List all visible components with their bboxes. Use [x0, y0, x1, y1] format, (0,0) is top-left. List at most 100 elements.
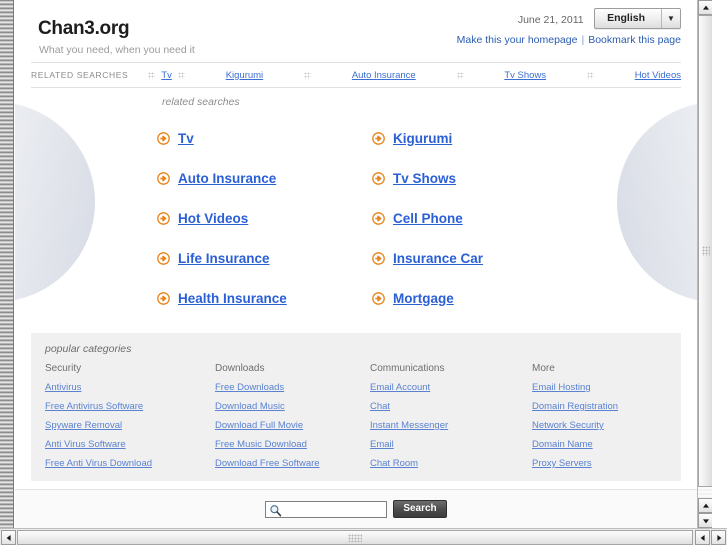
search-icon [269, 504, 282, 517]
category-title: More [532, 363, 555, 374]
keyword-link[interactable]: Hot Videos [178, 211, 248, 226]
dots-separator-icon [456, 71, 464, 79]
scroll-up-button[interactable] [698, 0, 712, 15]
search-button[interactable]: Search [393, 500, 447, 518]
circle-arrow-icon [372, 211, 385, 225]
search-input[interactable] [286, 502, 387, 516]
category-link[interactable]: Chat Room [370, 458, 532, 469]
keyword-link-row[interactable]: Mortgage [372, 278, 577, 318]
keyword-link-row[interactable]: Life Insurance [157, 238, 372, 278]
related-searches-items: Tv Kigurumi Auto Insurance Tv Shows Hot [142, 70, 681, 81]
language-select[interactable]: English ▼ [594, 8, 681, 29]
category-link[interactable]: Email Hosting [532, 382, 667, 393]
vertical-scroll-track[interactable] [698, 15, 712, 498]
circle-arrow-icon [157, 131, 170, 145]
circle-arrow-icon [372, 291, 385, 305]
related-search-link-5[interactable]: Hot Videos [635, 70, 681, 81]
circle-arrow-icon [157, 291, 170, 305]
keyword-link[interactable]: Kigurumi [393, 131, 452, 146]
category-link[interactable]: Chat [370, 401, 532, 412]
category-columns: Security Antivirus Free Antivirus Softwa… [45, 363, 667, 477]
keyword-link-row[interactable]: Tv [157, 118, 372, 158]
current-date: June 21, 2011 [517, 13, 584, 26]
scroll-down-button[interactable] [698, 513, 712, 528]
keyword-link-row[interactable]: Kigurumi [372, 118, 577, 158]
category-link[interactable]: Domain Registration [532, 401, 667, 412]
keyword-link[interactable]: Tv [178, 131, 194, 146]
keyword-link-row[interactable]: Insurance Car [372, 238, 577, 278]
category-title: Communications [370, 363, 445, 374]
triangle-left-icon [6, 534, 11, 541]
horizontal-scrollbar[interactable] [0, 528, 727, 545]
keyword-link-row[interactable]: Auto Insurance [157, 158, 372, 198]
dots-separator-icon [177, 71, 185, 79]
category-link[interactable]: Free Music Download [215, 439, 370, 450]
triangle-up-icon [702, 503, 709, 508]
circle-arrow-icon [157, 251, 170, 265]
window-left-gutter [0, 0, 14, 528]
keyword-link-row[interactable]: Tv Shows [372, 158, 577, 198]
related-search-link-1[interactable]: Tv [161, 70, 172, 81]
keyword-link-row[interactable]: Health Insurance [157, 278, 372, 318]
keyword-link-row[interactable]: Hot Videos [157, 198, 372, 238]
category-title: Downloads [215, 363, 265, 374]
related-searches-bar: RELATED SEARCHES Tv Kigurumi Auto Insura… [31, 62, 681, 88]
related-search-link-4[interactable]: Tv Shows [504, 70, 546, 81]
category-column-security: Security Antivirus Free Antivirus Softwa… [45, 363, 215, 477]
horizontal-scroll-track[interactable] [17, 530, 693, 545]
chevron-down-icon: ▼ [661, 9, 680, 28]
category-link[interactable]: Download Full Movie [215, 420, 370, 431]
page-viewport: Chan3.org What you need, when you need i… [15, 0, 712, 528]
category-link[interactable]: Antivirus [45, 382, 215, 393]
scroll-right-button[interactable] [711, 530, 726, 545]
category-link[interactable]: Free Anti Virus Download [45, 458, 215, 469]
keyword-link-row[interactable]: Cell Phone [372, 198, 577, 238]
popular-categories-panel: popular categories Security Antivirus Fr… [31, 333, 681, 481]
category-link[interactable]: Free Downloads [215, 382, 370, 393]
header-utility-area: June 21, 2011 English ▼ Make this your ho… [457, 8, 681, 46]
keyword-link[interactable]: Auto Insurance [178, 171, 276, 186]
keyword-link[interactable]: Tv Shows [393, 171, 456, 186]
category-link[interactable]: Proxy Servers [532, 458, 667, 469]
category-link[interactable]: Download Free Software [215, 458, 370, 469]
vertical-scrollbar[interactable] [697, 0, 712, 528]
related-search-link-2[interactable]: Kigurumi [226, 70, 264, 81]
category-link[interactable]: Domain Name [532, 439, 667, 450]
keyword-link[interactable]: Insurance Car [393, 251, 483, 266]
category-column-communications: Communications Email Account Chat Instan… [370, 363, 532, 477]
category-link[interactable]: Email Account [370, 382, 532, 393]
category-link[interactable]: Spyware Removal [45, 420, 215, 431]
bookmark-page-link[interactable]: Bookmark this page [588, 34, 681, 46]
scroll-thumb-grip [348, 534, 362, 542]
browser-window: Chan3.org What you need, when you need i… [0, 0, 727, 545]
keyword-link[interactable]: Cell Phone [393, 211, 463, 226]
category-link[interactable]: Free Antivirus Software [45, 401, 215, 412]
scroll-left-button-secondary[interactable] [695, 530, 710, 545]
header-link-separator: | [581, 34, 585, 46]
triangle-left-icon [700, 534, 705, 541]
make-homepage-link[interactable]: Make this your homepage [457, 34, 578, 46]
category-link[interactable]: Network Security [532, 420, 667, 431]
vertical-scroll-thumb[interactable] [698, 15, 712, 487]
keyword-link[interactable]: Life Insurance [178, 251, 270, 266]
related-searches-heading: related searches [162, 96, 240, 108]
keyword-link[interactable]: Mortgage [393, 291, 454, 306]
popular-categories-heading: popular categories [45, 343, 132, 355]
language-select-value: English [607, 12, 645, 24]
category-link[interactable]: Download Music [215, 401, 370, 412]
scroll-left-button[interactable] [1, 530, 16, 545]
horizontal-scroll-thumb[interactable] [17, 530, 693, 545]
site-header: Chan3.org What you need, when you need i… [15, 0, 697, 62]
category-link[interactable]: Email [370, 439, 532, 450]
related-searches-grid: Tv Kigurumi Auto Insurance Tv Shows Hot … [157, 118, 577, 318]
circle-arrow-icon [157, 211, 170, 225]
triangle-up-icon [702, 5, 709, 10]
related-search-link-3[interactable]: Auto Insurance [352, 70, 416, 81]
triangle-right-icon [716, 534, 721, 541]
search-field[interactable] [265, 500, 388, 518]
keyword-link[interactable]: Health Insurance [178, 291, 287, 306]
category-link[interactable]: Instant Messenger [370, 420, 532, 431]
category-column-downloads: Downloads Free Downloads Download Music … [215, 363, 370, 477]
category-link[interactable]: Anti Virus Software [45, 439, 215, 450]
scroll-up-button-secondary[interactable] [698, 498, 712, 513]
